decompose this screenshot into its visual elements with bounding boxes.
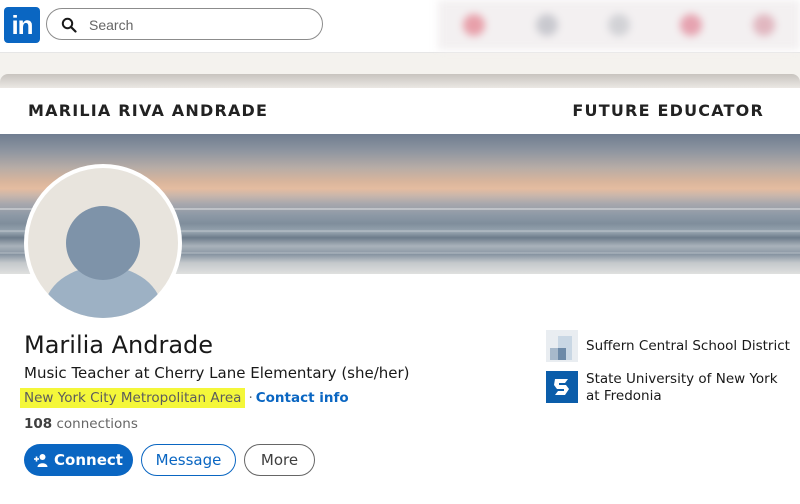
- connect-button[interactable]: Connect: [24, 444, 133, 476]
- profile-photo[interactable]: [24, 164, 182, 322]
- separator-dot: ·: [248, 390, 253, 406]
- search-box[interactable]: [46, 8, 323, 40]
- banner-left-title: MARILIA RIVA ANDRADE: [28, 101, 269, 120]
- profile-name: Marilia Andrade: [24, 331, 214, 359]
- banner-title-bar: MARILIA RIVA ANDRADE FUTURE EDUCATOR: [0, 88, 800, 134]
- banner-right-title: FUTURE EDUCATOR: [572, 101, 764, 120]
- contact-info-link[interactable]: Contact info: [256, 390, 349, 406]
- current-company[interactable]: Suffern Central School District: [546, 330, 790, 362]
- profile-headline: Music Teacher at Cherry Lane Elementary …: [24, 364, 410, 382]
- card-top-strip: [0, 74, 800, 88]
- company-name: Suffern Central School District: [586, 338, 790, 354]
- linkedin-logo[interactable]: in: [4, 7, 40, 43]
- connect-label: Connect: [54, 451, 123, 469]
- add-person-icon: [34, 454, 48, 467]
- school-logo-icon: [546, 371, 578, 403]
- connections-count[interactable]: 108 connections: [24, 416, 138, 432]
- connections-number: 108: [24, 416, 53, 432]
- profile-location: New York City Metropolitan Area: [20, 388, 246, 408]
- more-button[interactable]: More: [244, 444, 315, 476]
- nav-icons-blurred: [438, 0, 800, 50]
- top-nav: in: [0, 0, 800, 53]
- profile-card: MARILIA RIVA ANDRADE FUTURE EDUCATOR Mar…: [0, 74, 800, 504]
- connections-label: connections: [56, 416, 138, 432]
- search-icon: [61, 17, 77, 33]
- location-row: New York City Metropolitan Area · Contac…: [20, 388, 349, 408]
- search-input[interactable]: [87, 14, 311, 36]
- education-school[interactable]: State University of New York at Fredonia: [546, 371, 786, 405]
- message-button[interactable]: Message: [141, 444, 236, 476]
- company-building-icon: [546, 330, 578, 362]
- avatar-head: [66, 206, 140, 280]
- default-avatar-icon: [28, 168, 178, 318]
- school-name: State University of New York at Fredonia: [586, 371, 778, 404]
